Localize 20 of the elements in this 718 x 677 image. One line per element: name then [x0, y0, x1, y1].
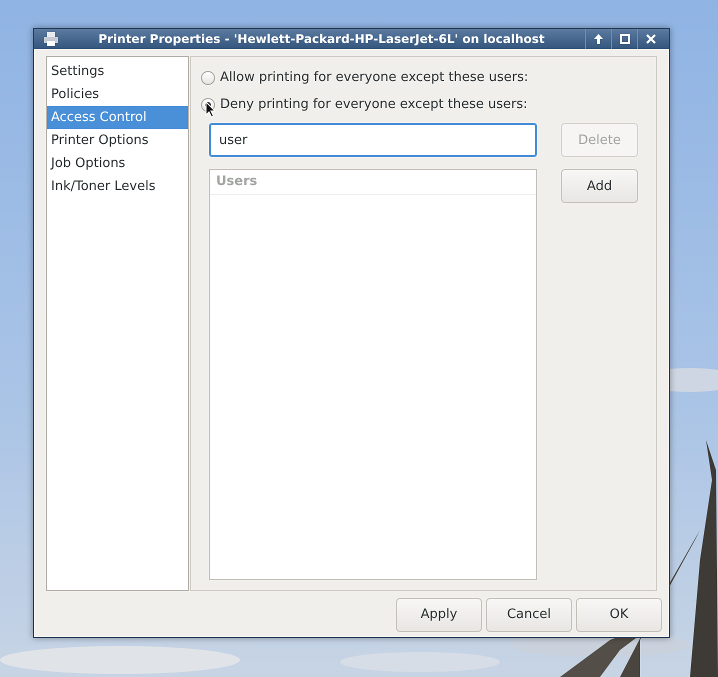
radio-label: Allow printing for everyone except these users:: [220, 70, 528, 85]
radio-button[interactable]: [201, 70, 215, 84]
user-input-field[interactable]: user: [209, 123, 537, 157]
mouse-pointer-icon: [205, 101, 216, 118]
column-header: Users: [210, 170, 536, 195]
sidebar-item[interactable]: Ink/Toner Levels: [47, 175, 188, 198]
close-icon[interactable]: [646, 34, 656, 44]
sidebar-item[interactable]: Job Options: [47, 152, 188, 175]
dialog-button[interactable]: OK: [576, 598, 662, 632]
sidebar-item[interactable]: Policies: [47, 83, 188, 106]
radio-label: Deny printing for everyone except these users:: [220, 97, 528, 112]
dialog-button[interactable]: Apply: [396, 598, 482, 632]
dialog-button[interactable]: Cancel: [486, 598, 572, 632]
maximize-icon[interactable]: [620, 34, 630, 44]
printer-icon: [44, 32, 58, 46]
sidebar-item[interactable]: Settings: [47, 60, 188, 83]
add-button[interactable]: Add: [561, 169, 638, 203]
window-title: Printer Properties - 'Hewlett-Packard-HP-LaserJet-6L' on localhost: [97, 32, 546, 46]
up-arrow-icon[interactable]: [594, 34, 603, 44]
sidebar-item[interactable]: Printer Options: [47, 129, 188, 152]
